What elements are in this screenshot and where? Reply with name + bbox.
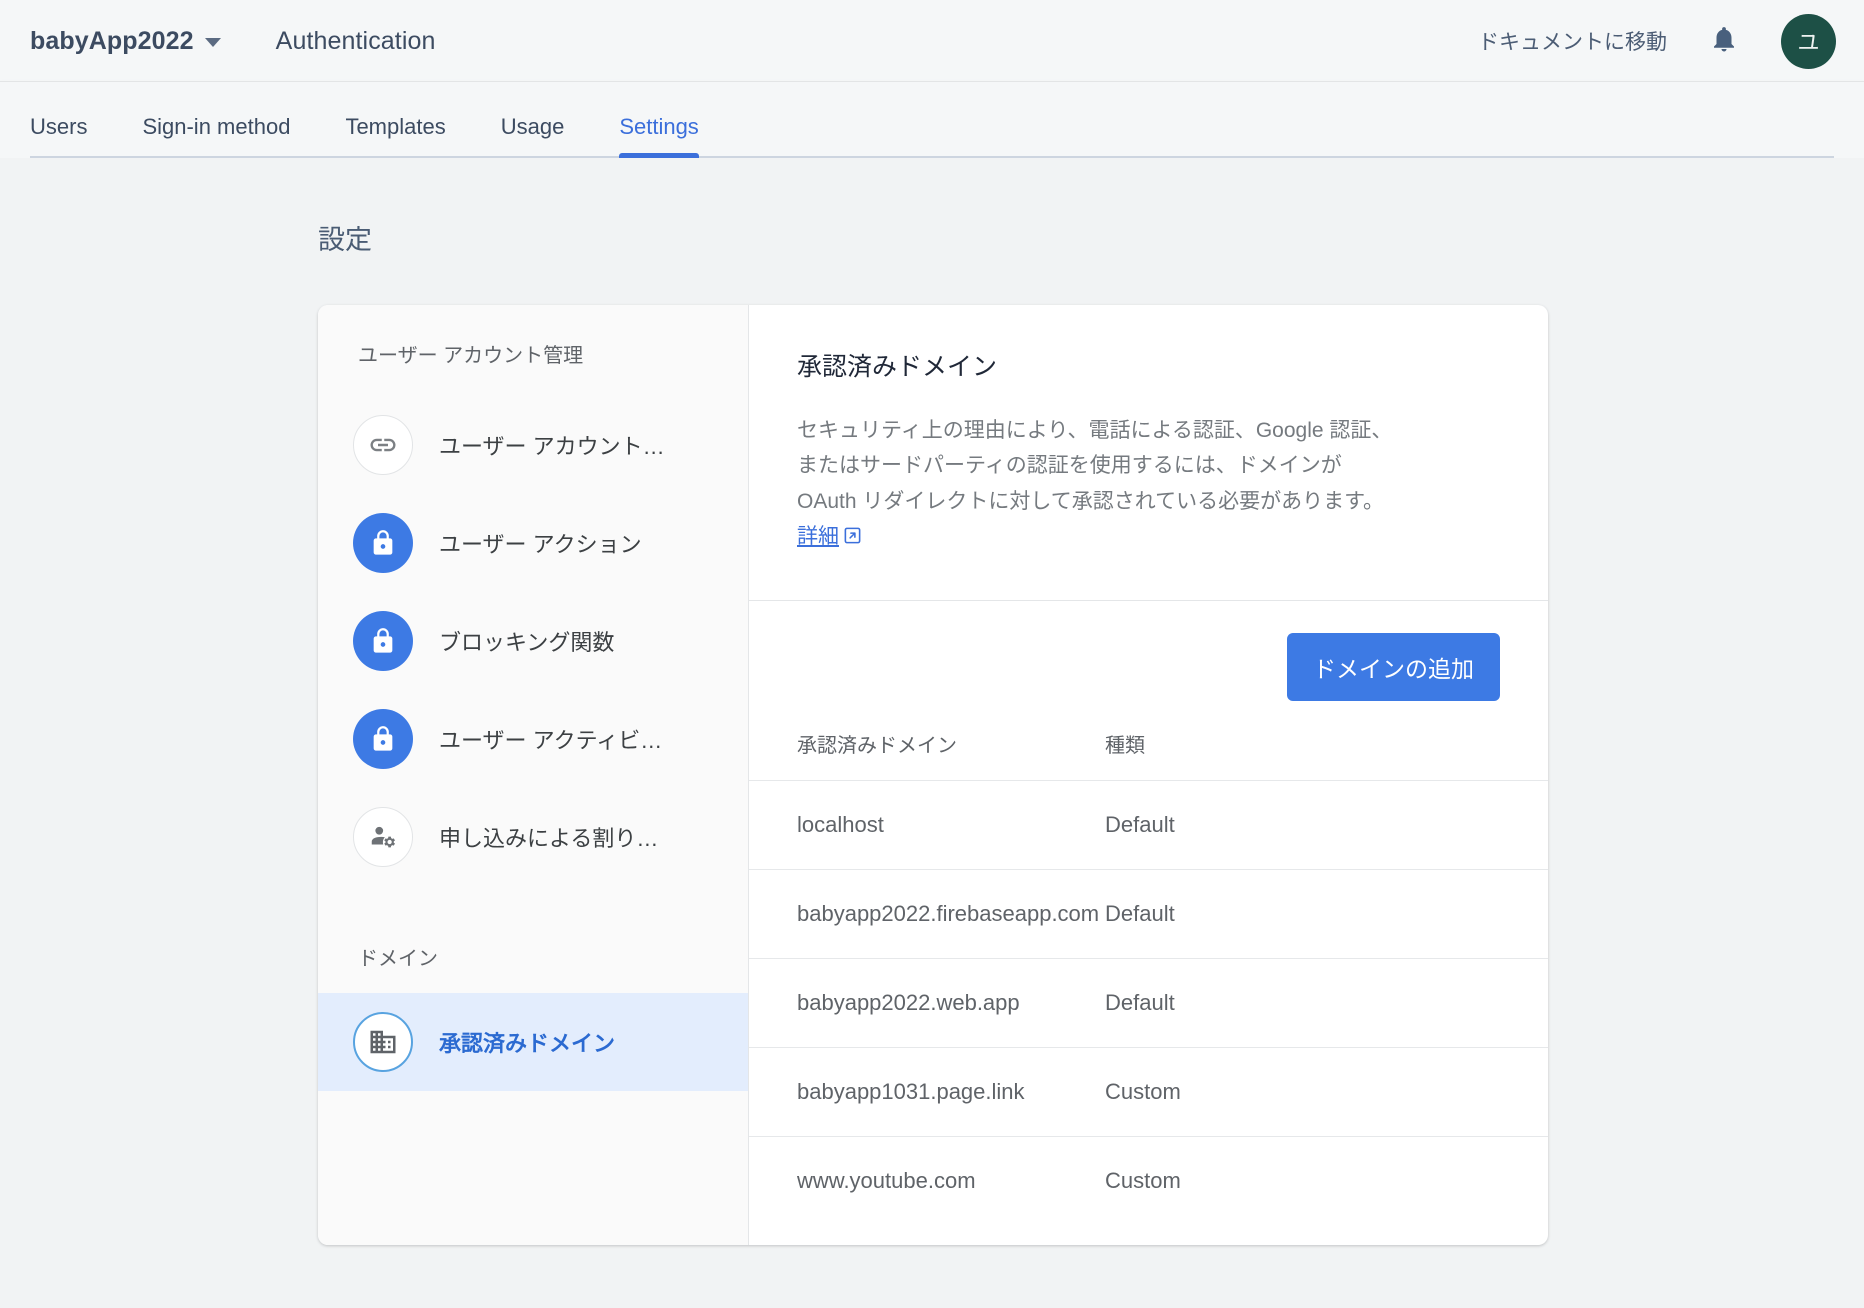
go-to-docs-link[interactable]: ドキュメントに移動 <box>1478 26 1667 56</box>
external-link-icon <box>843 527 862 550</box>
sidebar-item-blocking-functions[interactable]: ブロッキング関数 <box>318 592 748 690</box>
table-row[interactable]: babyapp2022.firebaseapp.com Default <box>749 870 1548 959</box>
table-row[interactable]: www.youtube.com Custom <box>749 1137 1548 1226</box>
cell-domain: localhost <box>749 781 1105 870</box>
project-name: babyApp2022 <box>30 27 194 56</box>
authorized-domains-table: 承認済みドメイン 種類 localhost Default babyapp202… <box>749 729 1548 1225</box>
cell-type: Custom <box>1105 1137 1548 1226</box>
sidebar-item-user-actions[interactable]: ユーザー アクション <box>318 494 748 592</box>
sidebar-item-label: ブロッキング関数 <box>439 625 614 657</box>
table-row[interactable]: babyapp1031.page.link Custom <box>749 1048 1548 1137</box>
tab-bar: Users Sign-in method Templates Usage Set… <box>0 82 1864 158</box>
sidebar-item-label: 承認済みドメイン <box>439 1026 615 1058</box>
sidebar-item-authorized-domains[interactable]: 承認済みドメイン <box>318 993 748 1091</box>
cell-type: Default <box>1105 959 1548 1048</box>
lock-icon <box>353 611 413 671</box>
sidebar-item-label: ユーザー アクション <box>439 527 642 559</box>
top-bar: babyApp2022 Authentication ドキュメントに移動 ユ <box>0 0 1864 82</box>
sidebar-item-label: 申し込みによる割り… <box>439 821 658 853</box>
bell-icon[interactable] <box>1709 23 1739 60</box>
top-bar-actions: ドキュメントに移動 ユ <box>1478 14 1836 69</box>
column-header-type: 種類 <box>1105 729 1548 781</box>
cell-domain: babyapp1031.page.link <box>749 1048 1105 1137</box>
page-content: 設定 ユーザー アカウント管理 ユーザー アカウント… ユーザー <box>0 158 1864 1245</box>
add-domain-button[interactable]: ドメインの追加 <box>1287 633 1500 701</box>
lock-icon <box>353 709 413 769</box>
cell-type: Custom <box>1105 1048 1548 1137</box>
authorized-domains-panel: 承認済みドメイン セキュリティ上の理由により、電話による認証、Google 認証… <box>749 305 1548 1245</box>
settings-side-nav: ユーザー アカウント管理 ユーザー アカウント… ユーザー アクション <box>318 305 749 1245</box>
avatar-initial: ユ <box>1797 25 1819 57</box>
project-switcher[interactable]: babyApp2022 <box>30 27 221 56</box>
person-gear-icon <box>353 807 413 867</box>
link-icon <box>353 415 413 475</box>
sidebar-item-label: ユーザー アカウント… <box>439 429 665 461</box>
tab-usage[interactable]: Usage <box>501 114 565 158</box>
learn-more-link[interactable]: 詳細 <box>797 525 839 548</box>
table-row[interactable]: babyapp2022.web.app Default <box>749 959 1548 1048</box>
product-title: Authentication <box>276 27 436 56</box>
tab-users[interactable]: Users <box>30 114 87 158</box>
column-header-domain: 承認済みドメイン <box>749 729 1105 781</box>
table-row[interactable]: localhost Default <box>749 781 1548 870</box>
panel-description: セキュリティ上の理由により、電話による認証、Google 認証、またはサードパー… <box>797 413 1397 556</box>
building-icon <box>353 1012 413 1072</box>
page-title: 設定 <box>318 218 1864 257</box>
settings-card: ユーザー アカウント管理 ユーザー アカウント… ユーザー アクション <box>318 305 1548 1245</box>
panel-toolbar: ドメインの追加 <box>749 601 1548 701</box>
panel-title: 承認済みドメイン <box>797 347 1500 383</box>
tab-sign-in-method[interactable]: Sign-in method <box>142 114 290 158</box>
avatar[interactable]: ユ <box>1781 14 1836 69</box>
nav-group-title-user-account-management: ユーザー アカウント管理 <box>318 339 748 368</box>
cell-domain: www.youtube.com <box>749 1137 1105 1226</box>
cell-domain: babyapp2022.web.app <box>749 959 1105 1048</box>
nav-group-title-domains: ドメイン <box>318 942 748 971</box>
table-header: 承認済みドメイン 種類 <box>749 729 1548 781</box>
table-body: localhost Default babyapp2022.firebaseap… <box>749 781 1548 1226</box>
tab-templates[interactable]: Templates <box>345 114 445 158</box>
panel-header: 承認済みドメイン セキュリティ上の理由により、電話による認証、Google 認証… <box>749 305 1548 601</box>
sidebar-item-sign-up-quota[interactable]: 申し込みによる割り… <box>318 788 748 886</box>
cell-domain: babyapp2022.firebaseapp.com <box>749 870 1105 959</box>
table-header-row: 承認済みドメイン 種類 <box>749 729 1548 781</box>
description-text: セキュリティ上の理由により、電話による認証、Google 認証、またはサードパー… <box>797 419 1392 513</box>
lock-icon <box>353 513 413 573</box>
cell-type: Default <box>1105 781 1548 870</box>
chevron-down-icon <box>205 38 221 47</box>
sidebar-item-user-account[interactable]: ユーザー アカウント… <box>318 396 748 494</box>
tab-settings[interactable]: Settings <box>619 114 699 158</box>
cell-type: Default <box>1105 870 1548 959</box>
sidebar-item-user-activity[interactable]: ユーザー アクティビ… <box>318 690 748 788</box>
sidebar-item-label: ユーザー アクティビ… <box>439 723 662 755</box>
